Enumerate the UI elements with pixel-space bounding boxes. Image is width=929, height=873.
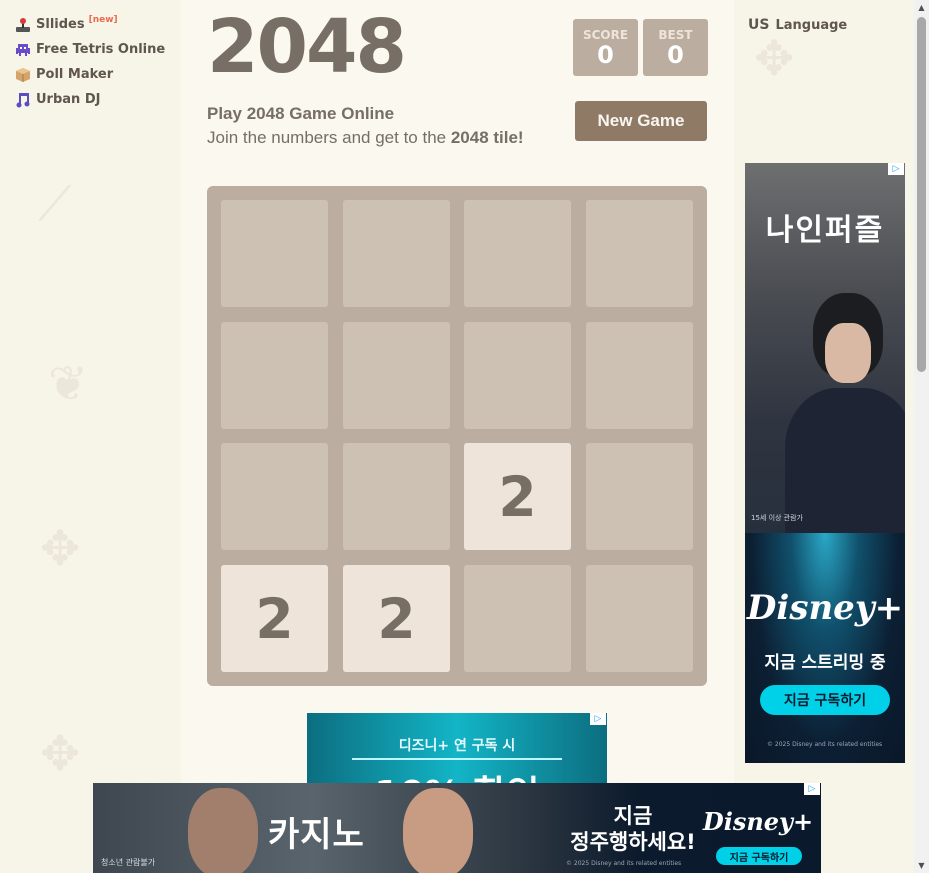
subtitle-bold: 2048 Game Online [246, 104, 395, 123]
ad-choices-icon[interactable]: ▷ [804, 783, 820, 795]
center-advertisement[interactable]: 디즈니+ 연 구독 시 10% 할인 ▷ [307, 713, 607, 783]
ad-subscribe-button[interactable]: 지금 구독하기 [716, 847, 802, 865]
ad-casino-title: 카지노 [268, 815, 365, 855]
grid-cell [586, 565, 693, 672]
ad-copyright: © 2025 Disney and its related entities [566, 860, 682, 867]
ad-drama-title: 나인퍼즐 [765, 213, 885, 248]
best-score-box: BEST 0 [643, 19, 708, 76]
scroll-down-arrow-icon[interactable]: ▼ [914, 858, 929, 873]
ad-choices-icon[interactable]: ▷ [888, 163, 904, 175]
ad-message: 지금 정주행하세요! [563, 803, 703, 855]
grid-cell [464, 200, 571, 307]
ad-person-body [785, 388, 905, 538]
grid-cell [221, 443, 328, 550]
nav-item-sllides[interactable]: Sllides [new] [14, 12, 165, 37]
scrollbar-thumb[interactable] [917, 17, 926, 372]
best-label: BEST [658, 28, 693, 42]
nav-item-poll-maker[interactable]: Poll Maker [14, 62, 165, 87]
ad-choices-icon[interactable]: ▷ [590, 713, 606, 725]
site-nav: Sllides [new] Free Tetris Online Poll Ma… [14, 12, 165, 112]
game-subtitle: Play 2048 Game Online [207, 104, 524, 124]
new-game-button[interactable]: New Game [575, 101, 707, 141]
ad-message-line1: 지금 [613, 804, 653, 828]
score-value: 0 [597, 41, 614, 69]
ad-rating: 15세 이상 관람가 [751, 514, 803, 522]
right-advertisement[interactable]: 나인퍼즐 15세 이상 관람가 Disney+ 지금 스트리밍 중 지금 구독하… [745, 163, 905, 763]
ad-person-right [403, 788, 473, 873]
joystick-icon [14, 16, 32, 34]
ad-copyright: © 2025 Disney and its related entities [767, 741, 883, 748]
nav-item-label: Free Tetris Online [36, 42, 166, 57]
us-flag-icon: US [748, 17, 770, 33]
score-box: SCORE 0 [573, 19, 638, 76]
asparagus-decoration-icon: ⟋ [38, 176, 72, 232]
grid-cell [221, 322, 328, 429]
game-instruction: Join the numbers and get to the 2048 til… [207, 128, 524, 148]
nav-item-label: Urban DJ [36, 92, 101, 107]
ad-center-divider [352, 758, 562, 760]
subtitle-prefix: Play [207, 104, 247, 123]
tile-2: 2 [221, 565, 328, 672]
nav-item-free-tetris-online[interactable]: Free Tetris Online [14, 37, 165, 62]
grid-cell [343, 322, 450, 429]
ad-message-line2: 정주행하세요! [570, 830, 696, 854]
language-selector[interactable]: US Language [748, 17, 847, 33]
cherry-decoration-icon: ❦ [48, 356, 89, 412]
pineapple-decoration-icon: ✥ [754, 31, 795, 87]
ad-person-face [825, 323, 871, 383]
instruction-bold: 2048 tile! [450, 128, 524, 147]
tile-2: 2 [343, 565, 450, 672]
ad-subscribe-button[interactable]: 지금 구독하기 [760, 685, 890, 715]
space-invader-icon [14, 41, 32, 59]
pineapple-decoration-icon: ✥ [40, 521, 81, 577]
game-intro: Play 2048 Game Online Join the numbers a… [207, 104, 524, 148]
nav-item-label: Poll Maker [36, 67, 114, 82]
instruction-prefix: Join the numbers and get to the [207, 128, 451, 147]
grid-cell [586, 443, 693, 550]
grid-cell [464, 565, 571, 672]
bottom-advertisement[interactable]: 카지노 청소년 관람불가 지금 정주행하세요! © 2025 Disney an… [93, 783, 821, 873]
grid-cell [343, 443, 450, 550]
grid-cell [586, 200, 693, 307]
score-label: SCORE [582, 28, 629, 42]
game-title: 2048 [207, 4, 407, 90]
game-board[interactable]: 222 [207, 186, 707, 686]
new-badge: [new] [88, 14, 118, 25]
tile-2: 2 [464, 443, 571, 550]
nav-item-label: Sllides [36, 17, 85, 32]
disney-plus-logo: Disney+ [702, 807, 814, 836]
nav-item-urban-dj[interactable]: Urban DJ [14, 87, 165, 112]
disney-plus-logo: Disney+ [746, 588, 904, 628]
page-scrollbar[interactable]: ▲ ▼ [914, 0, 929, 873]
ad-person-left [188, 788, 258, 873]
pineapple-decoration-icon: ✥ [40, 726, 81, 782]
music-note-icon [14, 91, 32, 109]
grid-cell [221, 200, 328, 307]
grid-cell [464, 322, 571, 429]
best-value: 0 [667, 41, 684, 69]
ad-center-headline: 디즈니+ 연 구독 시 [398, 738, 516, 754]
grid-cell [586, 322, 693, 429]
grid-cell [343, 200, 450, 307]
box-icon [14, 66, 32, 84]
ad-age-rating: 청소년 관람불가 [101, 858, 156, 867]
ad-center-discount: 10% 할인 [307, 765, 607, 783]
language-label: Language [775, 18, 848, 33]
scroll-up-arrow-icon[interactable]: ▲ [914, 0, 929, 15]
ad-streaming-text: 지금 스트리밍 중 [764, 653, 886, 673]
left-sidebar: ⟋ ❦ ✥ ✥ [0, 0, 181, 873]
